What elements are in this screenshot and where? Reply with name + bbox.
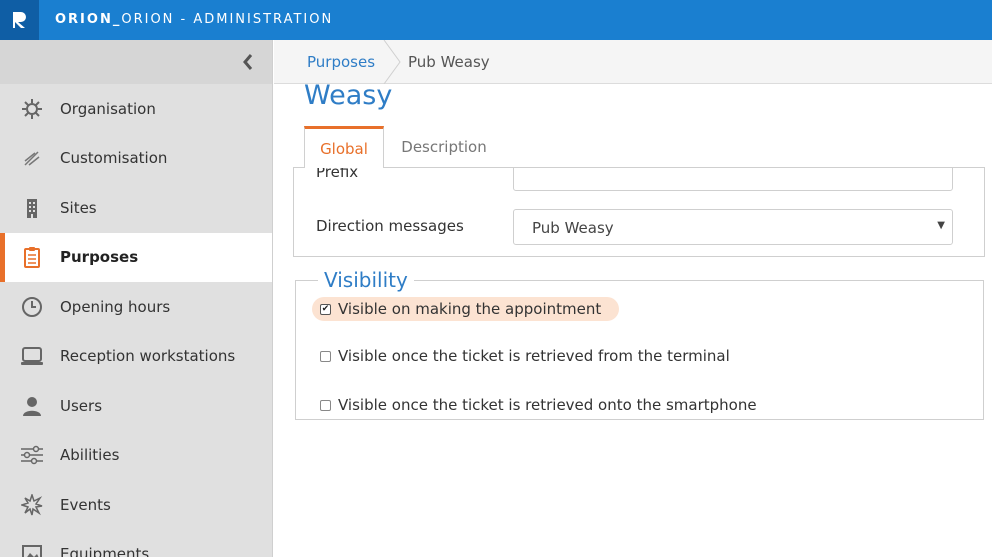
visible-terminal-option[interactable]: Visible once the ticket is retrieved fro…	[312, 344, 730, 368]
sidebar-item-label: Equipments	[60, 545, 150, 557]
prefix-input[interactable]	[513, 168, 953, 191]
breadcrumb-current: Pub Weasy	[408, 53, 490, 71]
sidebar-item-label: Customisation	[60, 149, 168, 168]
page-title: Weasy	[304, 80, 393, 111]
laptop-icon	[20, 344, 44, 368]
sidebar-item-abilities[interactable]: Abilities	[0, 431, 272, 481]
visibility-legend: Visibility	[318, 268, 414, 292]
sidebar-nav: Organisation Customisation Sites Purpose…	[0, 84, 272, 557]
sliders-icon	[20, 443, 44, 467]
sidebar-item-reception-workstations[interactable]: Reception workstations	[0, 332, 272, 382]
app-logo[interactable]	[0, 0, 39, 40]
direction-messages-label: Direction messages	[316, 217, 464, 235]
chevron-left-icon[interactable]	[243, 54, 253, 70]
sidebar-item-equipments[interactable]: Equipments	[0, 530, 272, 557]
visibility-fieldset: Visibility ✔ Visible on making the appoi…	[295, 268, 984, 420]
brush-icon	[20, 146, 44, 170]
building-icon	[20, 196, 44, 220]
clock-icon	[20, 295, 44, 319]
checkbox-label: Visible once the ticket is retrieved fro…	[338, 347, 730, 365]
breadcrumb: Purposes Pub Weasy	[274, 40, 992, 84]
visible-terminal-checkbox[interactable]	[320, 350, 331, 362]
sidebar-item-customisation[interactable]: Customisation	[0, 134, 272, 184]
checkbox-label: Visible on making the appointment	[338, 300, 602, 318]
visible-smartphone-checkbox[interactable]	[320, 399, 331, 411]
direction-messages-value: Pub Weasy	[532, 219, 614, 237]
prefix-label: Prefix	[316, 167, 359, 181]
sidebar-item-label: Events	[60, 495, 111, 514]
sidebar-item-opening-hours[interactable]: Opening hours	[0, 282, 272, 332]
sidebar-item-label: Abilities	[60, 446, 120, 465]
checkbox-label: Visible once the ticket is retrieved ont…	[338, 396, 757, 414]
sidebar-item-label: Purposes	[60, 248, 139, 267]
sidebar-item-organisation[interactable]: Organisation	[0, 84, 272, 134]
sidebar-item-label: Reception workstations	[60, 347, 236, 366]
visible-on-appointment-checkbox[interactable]: ✔	[320, 303, 331, 315]
sidebar-item-label: Users	[60, 396, 103, 415]
breadcrumb-separator-icon	[383, 40, 401, 84]
app-title: ORION_ORION - ADMINISTRATION	[55, 12, 333, 27]
image-icon	[20, 542, 44, 557]
sidebar-item-purposes[interactable]: Purposes	[0, 232, 272, 282]
visible-smartphone-option[interactable]: Visible once the ticket is retrieved ont…	[312, 393, 757, 417]
sidebar-item-users[interactable]: Users	[0, 381, 272, 431]
logo-icon	[12, 12, 26, 28]
sidebar-item-sites[interactable]: Sites	[0, 183, 272, 233]
burst-icon	[20, 493, 44, 517]
sidebar-item-label: Organisation	[60, 99, 156, 118]
user-icon	[20, 394, 44, 418]
direction-messages-select[interactable]: Pub Weasy ▼	[513, 209, 953, 245]
app-title-bold: ORION_	[55, 12, 122, 27]
clipboard-icon	[20, 245, 44, 269]
app-title-rest: ORION - ADMINISTRATION	[121, 12, 334, 27]
breadcrumb-parent-link[interactable]: Purposes	[307, 53, 375, 71]
sidebar-item-label: Sites	[60, 198, 97, 217]
network-icon	[20, 97, 44, 121]
global-form-panel: Prefix Direction messages Pub Weasy ▼	[293, 167, 985, 257]
visible-on-appointment-option[interactable]: ✔ Visible on making the appointment	[312, 297, 620, 321]
tab-description[interactable]: Description	[392, 126, 496, 168]
sidebar-item-label: Opening hours	[60, 297, 171, 316]
top-bar: ORION_ORION - ADMINISTRATION	[0, 0, 992, 40]
dropdown-arrow-icon: ▼	[937, 220, 945, 231]
sidebar: Organisation Customisation Sites Purpose…	[0, 40, 273, 557]
sidebar-collapse-bar[interactable]	[0, 40, 272, 84]
sidebar-item-events[interactable]: Events	[0, 480, 272, 530]
tab-global[interactable]: Global	[304, 126, 384, 168]
